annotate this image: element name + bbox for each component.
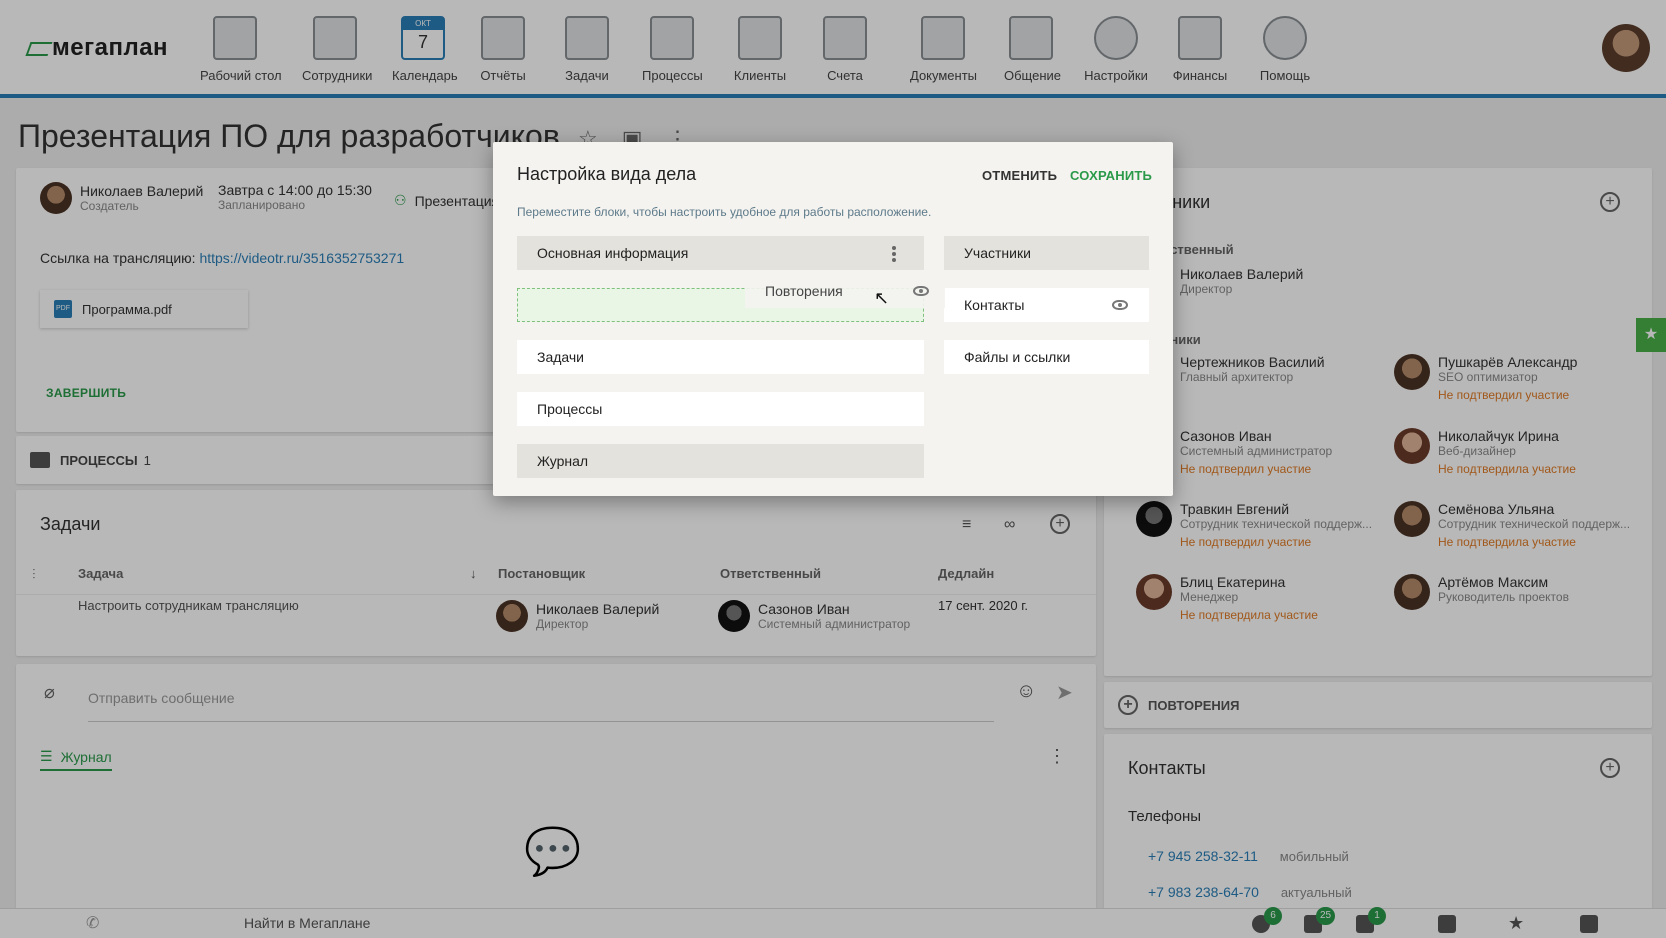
modal-hint: Переместите блоки, чтобы настроить удобн… [517,205,932,219]
eye-icon[interactable] [1112,300,1128,310]
eye-icon [913,286,929,296]
block-processes[interactable]: Процессы [517,392,924,426]
drag-cursor-icon: ↖ [874,288,890,308]
dragging-block-repeats[interactable]: Повторения [745,274,945,308]
block-contacts[interactable]: Контакты [944,288,1149,322]
block-tasks[interactable]: Задачи [517,340,924,374]
block-participants[interactable]: Участники [944,236,1149,270]
cancel-button[interactable]: ОТМЕНИТЬ [982,168,1057,183]
more-vertical-icon[interactable] [892,246,896,264]
save-button[interactable]: СОХРАНИТЬ [1070,168,1152,183]
block-files-links[interactable]: Файлы и ссылки [944,340,1149,374]
block-journal[interactable]: Журнал [517,444,924,478]
view-settings-modal: Настройка вида дела ОТМЕНИТЬ СОХРАНИТЬ П… [493,142,1173,496]
modal-title: Настройка вида дела [517,164,697,184]
block-main-info[interactable]: Основная информация [517,236,924,270]
